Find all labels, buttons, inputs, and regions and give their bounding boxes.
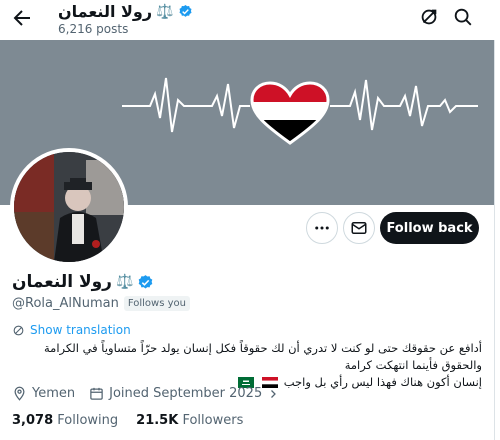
profile-name: رولا النعمان [12,272,112,292]
follow-back-button[interactable]: Follow back [380,212,479,244]
top-bar: رولا النعمان ⚖️ 6,216 posts [0,0,500,40]
avatar-photo [14,152,124,262]
header-title-row: رولا النعمان ⚖️ [58,2,193,21]
show-translation-label: Show translation [30,323,131,337]
header-title: رولا النعمان [58,2,153,21]
heart-flag-icon [250,81,330,145]
followers-count: 21.5K [136,413,179,428]
joined-item: Joined September 2025 [89,386,279,401]
joined-text: Joined September 2025 [109,386,263,401]
location-item: Yemen [12,386,75,401]
profile-stats: 3,078 Following 21.5K Followers [12,413,243,428]
location-icon [14,386,25,401]
chevron-right-icon [271,389,277,398]
followers-label: Followers [182,413,244,428]
follows-you-badge: Follows you [123,296,190,311]
search-icon[interactable] [452,6,474,28]
avatar[interactable] [10,148,128,266]
scales-emoji-icon: ⚖️ [156,3,174,20]
location-text: Yemen [32,386,76,401]
show-translation-link[interactable]: Show translation [12,323,131,337]
profile-bio: أدافع عن حقوقك حتى لو كنت لا تدري أن لك … [12,340,482,391]
scales-emoji-icon: ⚖️ [115,274,134,290]
translate-icon [13,325,24,335]
followers-link[interactable]: 21.5K Followers [136,413,243,428]
profile-handle: @Rola_AlNuman [12,296,119,311]
calendar-icon [90,387,103,400]
following-label: Following [57,413,119,428]
verified-badge-icon[interactable] [137,274,154,291]
more-icon [315,226,329,230]
handle-row: @Rola_AlNuman Follows you [12,296,190,311]
verified-badge-icon [179,4,192,17]
back-arrow-icon[interactable] [10,6,34,30]
bio-line-1: أدافع عن حقوقك حتى لو كنت لا تدري أن لك … [44,341,482,372]
profile-meta: Yemen Joined September 2025 [12,386,279,401]
following-link[interactable]: 3,078 Following [12,413,118,428]
message-icon [351,222,367,234]
following-count: 3,078 [12,413,54,428]
bio-line-2-text: إنسان أكون هناك فهذا ليس رأي بل واجب [283,375,482,389]
more-options-button[interactable] [306,212,338,244]
posts-count: 6,216 posts [58,22,129,36]
page-edge [494,40,500,440]
message-button[interactable] [343,212,375,244]
profile-name-row: رولا النعمان ⚖️ [12,272,154,292]
refresh-icon[interactable] [418,6,440,28]
